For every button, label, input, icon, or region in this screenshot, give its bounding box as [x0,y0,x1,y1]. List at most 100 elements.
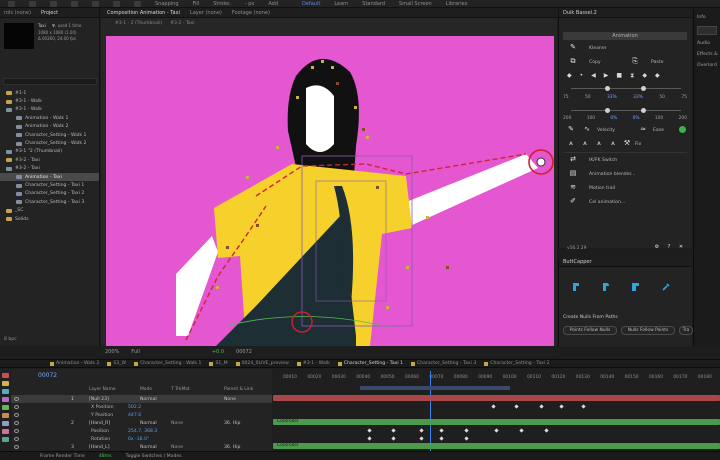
motion-trail-icon[interactable]: ≋ [569,184,577,191]
label-swatch[interactable] [2,413,9,418]
selection-tool-icon[interactable] [8,0,15,7]
velocity-value[interactable]: 200 [563,116,571,121]
kleaner-label[interactable]: Kleaner [589,46,607,51]
layer-bar-hand-r[interactable]: Controller [273,419,720,425]
project-item[interactable]: Character_Setting - Walk 2 [0,139,99,147]
fix-label[interactable]: Fix [635,142,641,147]
workspace-libraries[interactable]: Libraries [446,1,468,7]
header-trkmat[interactable]: T TrkMat [171,387,190,392]
camera-tool-icon[interactable] [92,0,99,7]
velocity-value[interactable]: 0% [633,116,640,121]
tab-composition[interactable]: Composition Animation - Taxi [107,10,180,16]
project-search-input[interactable] [3,78,97,85]
add-menu[interactable]: Add [268,1,278,7]
parent-dropdown[interactable]: 36. Hip [224,421,240,426]
project-item[interactable]: Character_Setting - Taxi 1 [0,181,99,189]
interp-ease-out-icon[interactable]: ▶ [604,72,609,80]
ik-tool-icon[interactable]: ⩚ [609,140,617,147]
influence-value[interactable]: 75 [563,95,569,100]
interp-ease-in-icon[interactable]: ◀ [591,72,596,80]
effects-panel-label[interactable]: Effects & [697,52,720,57]
velocity-value[interactable]: 100 [587,116,595,121]
timeline-tab[interactable]: Character_Setting - Taxi 1 [337,361,403,366]
pick-texture-icon[interactable]: ✎ [567,126,575,133]
fix-icon[interactable]: ⚒ [623,140,631,147]
visibility-eye-icon[interactable] [14,437,19,441]
paste-icon[interactable]: ⎘ [631,58,639,65]
influence-value[interactable]: 33% [607,95,617,100]
velocity-value[interactable]: 200 [679,116,687,121]
project-item[interactable]: #3-1 "2 (Thumbnail) [0,148,99,156]
ease-status-check-icon[interactable] [679,126,686,133]
influence-slider-knob-left[interactable] [605,86,610,91]
blend-mode-dropdown[interactable]: Normal [140,397,157,402]
velocity-slider-knob-left[interactable] [605,108,610,113]
velocity-icon[interactable]: ∿ [583,126,591,133]
resolution-dropdown[interactable]: Full [131,349,140,355]
label-swatch[interactable] [2,437,9,442]
influence-slider-knob-right[interactable] [641,86,646,91]
project-item[interactable]: Animation - Taxi [0,173,99,182]
projecting-cap-icon[interactable] [631,282,641,292]
property-name[interactable]: Rotation [91,437,110,442]
visibility-eye-icon[interactable] [14,429,19,433]
project-item[interactable]: Animation - Walk 1 [0,114,99,122]
velocity-value[interactable]: 0% [610,116,617,121]
info-panel-button[interactable] [697,26,717,35]
ik-tool-icon[interactable]: ⩚ [595,140,603,147]
property-value[interactable]: 254.7, 368.3 [128,429,157,434]
animation-blender-icon[interactable]: ▤ [569,170,577,177]
influence-slider-track[interactable] [571,88,681,89]
project-item[interactable]: #3-1 - Walk [0,97,99,105]
paste-label[interactable]: Paste [651,60,663,65]
property-name[interactable]: X Position [91,405,114,410]
tab-effect-controls[interactable]: rols (none) [4,10,31,16]
cel-animation-label[interactable]: Cel animation... [589,200,625,205]
label-swatch[interactable] [2,397,9,402]
layer-name[interactable]: [Hand_L] [89,445,110,450]
duik-mode-selector[interactable]: Animation [563,32,687,40]
audio-panel-label[interactable]: Audio [697,41,720,46]
close-icon[interactable]: ✕ [677,244,685,251]
project-item[interactable]: #3-1 - Walk [0,106,99,114]
velocity-value[interactable]: 100 [655,116,663,121]
velocity-slider-track[interactable] [571,110,681,111]
timeline-tab[interactable]: Animation - Walk 2 [50,361,99,366]
velocity-slider-knob-right[interactable] [641,108,646,113]
visibility-eye-icon[interactable] [14,397,19,401]
animation-blender-label[interactable]: Animation blender... [589,172,635,177]
trace-path-button[interactable]: Tra [679,326,693,335]
workspace-standard[interactable]: Standard [362,1,385,7]
property-value[interactable]: 502.2 [128,405,141,410]
stroke-label[interactable]: Stroke: [213,1,231,7]
timeline-tab[interactable]: Character_Setting - Walk 1 [134,361,201,366]
duik-title[interactable]: Duik Bassel.2 [563,10,597,16]
trkmat-dropdown[interactable]: None [171,421,183,426]
timeline-tab[interactable]: 0024_0LIVE_preview [235,361,289,366]
workspace-small-screen[interactable]: Small Screen [399,1,432,7]
ikfk-switch-icon[interactable]: ⇄ [569,156,577,163]
layer-row[interactable]: 2 [Hand_R] Normal None 36. Hip [11,419,272,427]
timeline-tab[interactable]: Character_Setting - Taxi 3 [411,361,476,366]
timeline-tab[interactable]: S1_M [209,361,228,366]
bpc-indicator[interactable]: 8 bpc [4,337,17,342]
project-item[interactable]: Character_Setting - Taxi 2 [0,190,99,198]
trkmat-dropdown[interactable]: None [171,445,183,450]
property-value[interactable]: 447.6 [128,413,141,418]
influence-value[interactable]: 50 [585,95,591,100]
overlord-panel-label[interactable]: Overlord [697,63,720,68]
influence-value[interactable]: 50 [659,95,665,100]
project-item[interactable]: #3-2 - Taxi [0,156,99,164]
project-item[interactable]: #1-1 [0,89,99,97]
ease-label[interactable]: Ease [653,128,664,133]
snapping-toggle[interactable]: Snapping [155,1,179,7]
influence-value[interactable]: 33% [633,95,643,100]
project-item[interactable]: _SC [0,207,99,215]
project-item[interactable]: Solids [0,215,99,223]
layer-bar-hand-l[interactable]: Controller [273,443,720,449]
current-time-display[interactable]: 00072 [38,372,57,379]
interp-linear-icon[interactable]: ◆ [567,72,572,80]
label-swatch[interactable] [2,373,9,378]
shape-tool-icon[interactable] [134,0,141,7]
info-panel-label[interactable]: Info [697,15,720,20]
